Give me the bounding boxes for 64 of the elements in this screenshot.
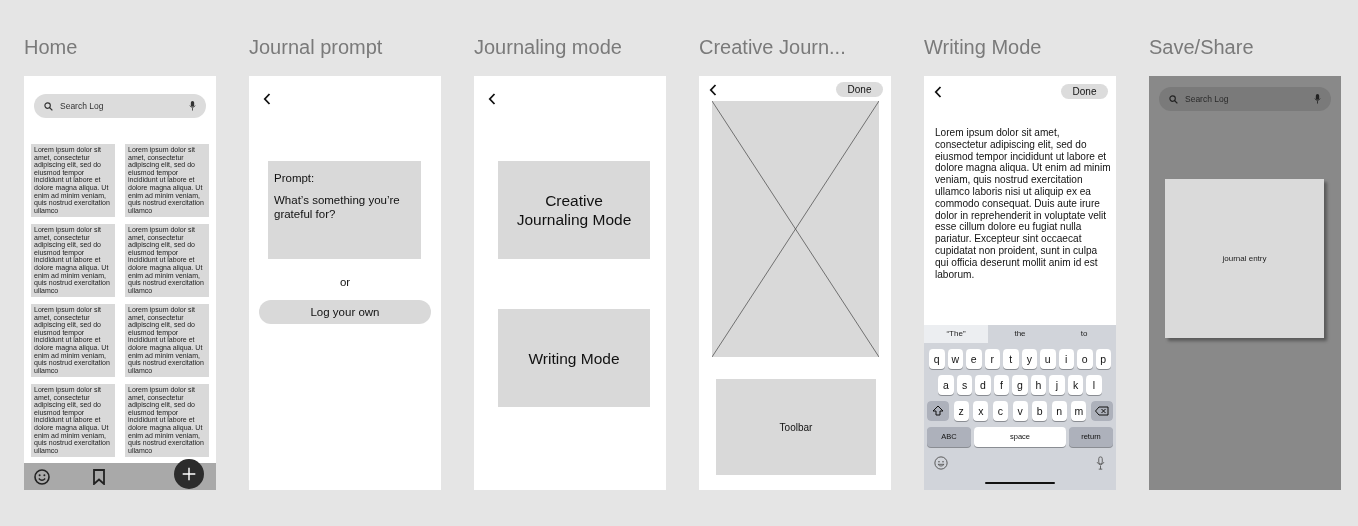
- search-field[interactable]: Search Log: [34, 94, 206, 118]
- keyboard-key[interactable]: g: [1012, 375, 1028, 395]
- keyboard-key[interactable]: w: [947, 349, 963, 369]
- search-icon: [1169, 94, 1178, 104]
- keyboard-key[interactable]: y: [1021, 349, 1037, 369]
- keyboard-key[interactable]: k: [1067, 375, 1084, 395]
- keyboard-key[interactable]: e: [966, 349, 982, 369]
- mode-option-button[interactable]: Writing Mode: [498, 309, 650, 407]
- done-button[interactable]: Done: [1061, 84, 1108, 99]
- keyboard-key[interactable]: r: [984, 349, 1000, 369]
- suggestion-item[interactable]: “The”: [924, 325, 988, 343]
- separator-text: or: [338, 276, 352, 288]
- frame-title: Creative Journ...: [699, 36, 847, 60]
- keyboard-key[interactable]: n: [1051, 401, 1067, 421]
- keyboard-key[interactable]: d: [975, 375, 991, 395]
- frame-title: Journal prompt: [249, 36, 384, 60]
- keyboard-key[interactable]: c: [992, 401, 1008, 421]
- frame-title: Save/Share: [1149, 36, 1255, 60]
- keyboard-key[interactable]: m: [1071, 401, 1087, 421]
- shift-key[interactable]: [927, 401, 949, 421]
- keyboard-key[interactable]: p: [1095, 349, 1111, 369]
- microphone-icon[interactable]: [189, 101, 196, 111]
- toolbar-label: Toolbar: [779, 421, 813, 433]
- keyboard-key[interactable]: b: [1032, 401, 1048, 421]
- mode-option-button[interactable]: Creative Journaling Mode: [498, 161, 650, 259]
- back-icon[interactable]: [934, 85, 942, 98]
- keyboard-key[interactable]: s: [956, 375, 973, 395]
- keyboard-key[interactable]: z: [953, 401, 969, 421]
- keyboard-key[interactable]: v: [1012, 401, 1028, 421]
- microphone-icon[interactable]: [1314, 94, 1321, 104]
- keyboard-key[interactable]: a: [938, 375, 954, 395]
- entry-label: journal entry: [1222, 254, 1267, 263]
- keyboard-key[interactable]: i: [1058, 349, 1074, 369]
- prompt-card[interactable]: Prompt: What’s something you’re grateful for?: [268, 161, 421, 259]
- log-your-own-button[interactable]: Log your own: [259, 300, 431, 324]
- keyboard-key[interactable]: u: [1040, 349, 1056, 369]
- keyboard-key[interactable]: q: [929, 349, 945, 369]
- journal-entry-card[interactable]: journal entry: [1165, 179, 1324, 338]
- keyboard-key[interactable]: o: [1077, 349, 1093, 369]
- home-indicator: [985, 481, 1055, 484]
- suggestion-item[interactable]: the: [988, 325, 1052, 343]
- emoji-icon[interactable]: [934, 456, 948, 470]
- prompt-label: Prompt:: [274, 171, 316, 185]
- frame-title: Home: [24, 36, 79, 60]
- prompt-text: What’s something you’re grateful for?: [274, 193, 401, 221]
- journal-text[interactable]: Lorem ipsum dolor sit amet, consectetur adipiscing elit, sed do eiusmod tempor incididunt ut labore et dolore magna aliqua. Ut enim ad minim veniam, quis nostrud exercitation ullamco laboris nisi ut aliquip ex ea commodo consequat. Duis aute irure dolor in reprehenderit in voluptate velit esse cillum dolore eu fugiat nulla pariatur. Excepteur sint occaecat cupidatat non proident, sunt in culpa qui officia deserunt mollit anim id est laborum.: [935, 127, 1113, 281]
- bookmark-icon[interactable]: [93, 468, 105, 485]
- keyboard-key[interactable]: h: [1030, 375, 1047, 395]
- search-icon: [44, 101, 53, 111]
- smiley-icon[interactable]: [34, 468, 50, 485]
- delete-key[interactable]: [1091, 401, 1113, 421]
- add-button[interactable]: [174, 459, 204, 489]
- back-icon[interactable]: [263, 93, 271, 105]
- back-icon[interactable]: [488, 93, 496, 105]
- keyboard-key[interactable]: l: [1086, 375, 1102, 395]
- keyboard-key[interactable]: f: [993, 375, 1010, 395]
- done-button[interactable]: Done: [836, 82, 883, 97]
- frame-title: Writing Mode: [924, 36, 1043, 60]
- keyboard-key[interactable]: j: [1049, 375, 1065, 395]
- suggestion-item[interactable]: to: [1052, 325, 1116, 343]
- back-icon[interactable]: [709, 83, 717, 96]
- frame-title: Journaling mode: [474, 36, 623, 60]
- keyboard-key[interactable]: x: [973, 401, 989, 421]
- keyboard-key[interactable]: t: [1003, 349, 1019, 369]
